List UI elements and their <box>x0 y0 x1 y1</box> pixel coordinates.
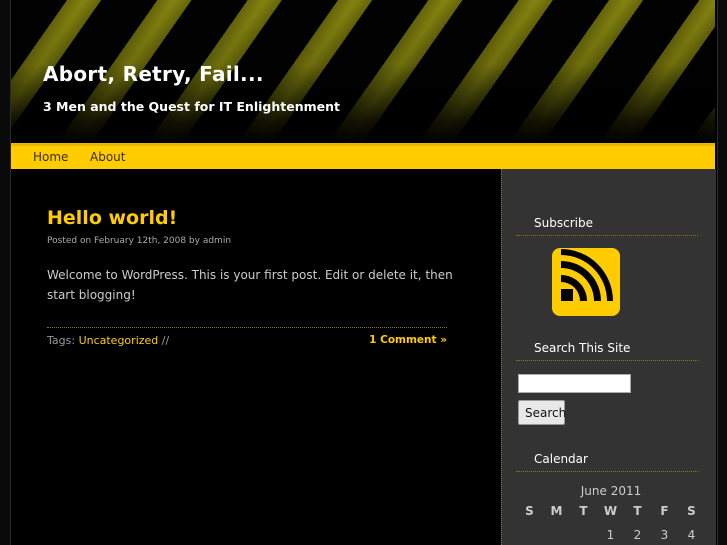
sidebar: Subscribe Search This Site Search Calend… <box>501 169 716 545</box>
comments-link[interactable]: 1 Comment » <box>369 334 447 346</box>
rss-glyph <box>561 249 613 301</box>
site-tagline: 3 Men and the Quest for IT Enlightenment <box>43 99 340 114</box>
search-title: Search This Site <box>516 341 698 361</box>
post-body: Welcome to WordPress. This is your first… <box>47 268 453 302</box>
search-input[interactable] <box>518 374 631 393</box>
weekday-sun: S <box>525 504 534 518</box>
main-content: Hello world! Posted on February 12th, 20… <box>11 169 500 545</box>
calendar-title: Calendar <box>516 452 698 472</box>
main-nav: Home About <box>11 143 715 169</box>
weekday-sat: S <box>687 504 696 518</box>
weekday-wed: W <box>603 504 618 518</box>
calendar-day: 1 <box>606 528 615 542</box>
calendar-day: 3 <box>660 528 669 542</box>
tag-separator: // <box>161 334 170 347</box>
post-footer: Tags: Uncategorized // 1 Comment » <box>47 327 447 347</box>
page-margin-left <box>0 0 10 545</box>
weekday-thu: T <box>633 504 642 518</box>
calendar-day: 4 <box>687 528 696 542</box>
tag-link[interactable]: Uncategorized <box>79 334 159 347</box>
subscribe-title: Subscribe <box>516 216 698 236</box>
calendar-weekdays: S M T W T F S <box>516 504 706 518</box>
rss-feed-icon[interactable] <box>552 248 620 316</box>
post-title[interactable]: Hello world! <box>47 207 177 229</box>
weekday-tue: T <box>579 504 588 518</box>
site-title[interactable]: Abort, Retry, Fail... <box>43 62 264 86</box>
calendar-day <box>516 528 543 542</box>
calendar-day <box>570 528 597 542</box>
nav-item-about[interactable]: About <box>90 150 125 164</box>
calendar-caption: June 2011 <box>580 484 642 498</box>
weekday-mon: M <box>550 504 563 518</box>
calendar-day: 2 <box>633 528 642 542</box>
weekday-fri: F <box>660 504 669 518</box>
search-button[interactable]: Search <box>518 400 566 425</box>
post-meta: Posted on February 12th, 2008 by admin <box>47 236 232 246</box>
tags-label: Tags: <box>47 334 76 347</box>
site-header: Abort, Retry, Fail... 3 Men and the Ques… <box>11 0 715 143</box>
calendar-week-1: 1 2 3 4 <box>516 528 706 542</box>
nav-item-home[interactable]: Home <box>33 150 68 164</box>
calendar-day <box>543 528 570 542</box>
page-margin-right <box>717 0 727 545</box>
